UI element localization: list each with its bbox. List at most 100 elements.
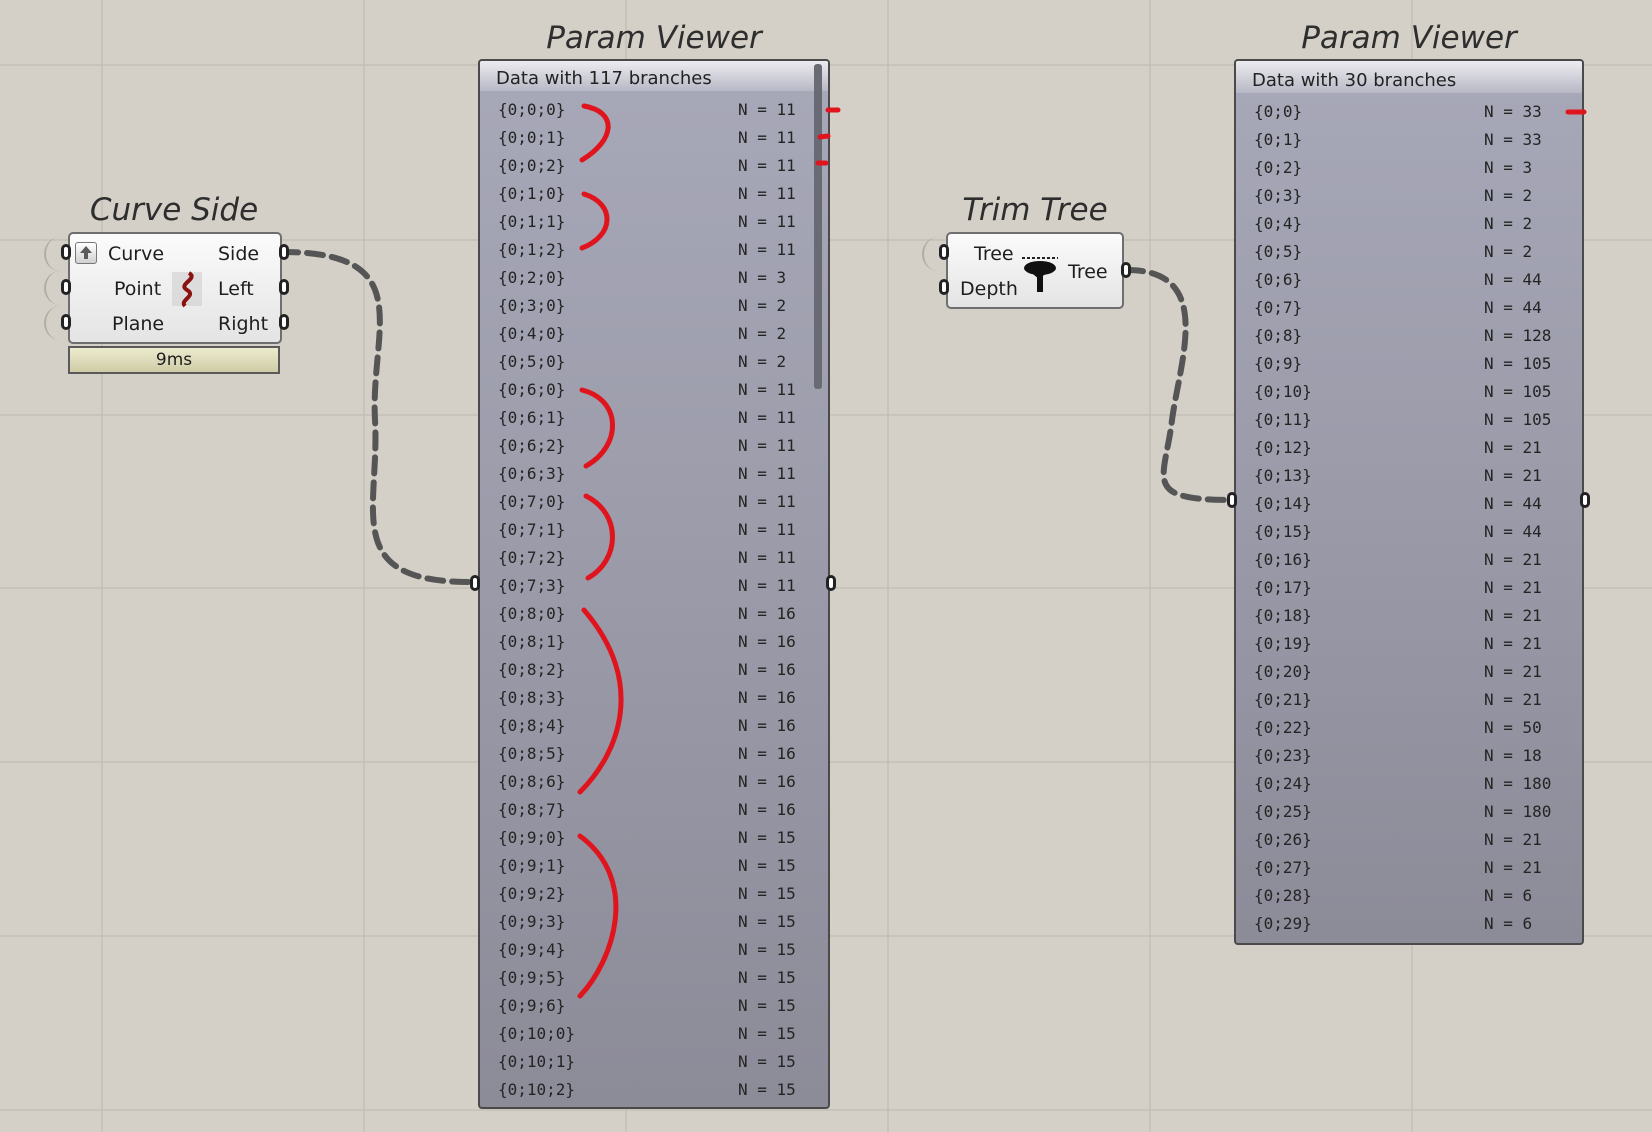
branch-path: {0;1;1} [498,212,566,231]
viewer1-output-port[interactable] [826,575,836,591]
curve-side-component[interactable]: Curve Point Plane Side Left Right [68,232,282,344]
branch-row: {0;8;1} N = 16 [480,628,828,656]
branch-path: {0;0;1} [498,128,566,147]
branch-row: {0;3;0} N = 2 [480,292,828,320]
viewer1-scrollbar[interactable] [814,64,822,389]
branch-path: {0;15} [1254,522,1312,541]
branch-row: {0;9} N = 105 [1236,350,1582,378]
branch-count: N = 33 [1484,130,1542,149]
branch-row: {0;2;0} N = 3 [480,264,828,292]
branch-path: {0;0;0} [498,100,566,119]
branch-count: N = 44 [1484,494,1542,513]
branch-path: {0;5;0} [498,352,566,371]
branch-count: N = 15 [738,884,796,903]
viewer2-output-port[interactable] [1580,492,1590,508]
branch-row: {0;6;3} N = 11 [480,460,828,488]
branch-count: N = 21 [1484,438,1542,457]
branch-row: {0;8} N = 128 [1236,322,1582,350]
branch-path: {0;13} [1254,466,1312,485]
branch-row: {0;13} N = 21 [1236,462,1582,490]
branch-count: N = 21 [1484,662,1542,681]
branch-row: {0;1} N = 33 [1236,126,1582,154]
branch-row: {0;7;0} N = 11 [480,488,828,516]
branch-path: {0;1;0} [498,184,566,203]
branch-path: {0;9} [1254,354,1303,373]
branch-path: {0;19} [1254,634,1312,653]
branch-count: N = 6 [1484,914,1533,933]
branch-path: {0;0;2} [498,156,566,175]
branch-path: {0;10;2} [498,1080,576,1099]
output-left-label[interactable]: Left [218,278,254,300]
branch-count: N = 15 [738,1080,796,1099]
branch-path: {0;4;0} [498,324,566,343]
branch-row: {0;0;0} N = 11 [480,96,828,124]
plane-input-port[interactable] [61,314,71,330]
branch-path: {0;28} [1254,886,1312,905]
branch-row: {0;22} N = 50 [1236,714,1582,742]
output-side-label[interactable]: Side [218,243,259,265]
branch-count: N = 15 [738,940,796,959]
viewer2-input-port[interactable] [1227,492,1237,508]
branch-count: N = 16 [738,632,796,651]
depth-input-port[interactable] [939,279,949,295]
input-point-label[interactable]: Point [114,278,161,300]
branch-path: {0;12} [1254,438,1312,457]
branch-count: N = 15 [738,968,796,987]
branch-count: N = 16 [738,660,796,679]
param-viewer-1[interactable]: Data with 117 branches {0;0;0} N = 11 {0;0… [478,59,830,1109]
branch-count: N = 21 [1484,606,1542,625]
branch-row: {0;2} N = 3 [1236,154,1582,182]
input-tree-label[interactable]: Tree [974,243,1014,265]
branch-row: {0;6;1} N = 11 [480,404,828,432]
branch-row: {0;1;1} N = 11 [480,208,828,236]
param-viewer-2[interactable]: Data with 30 branches {0;0} N = 33 {0;1} N … [1234,59,1584,945]
input-arrow-icon[interactable] [75,242,97,264]
input-curve-label[interactable]: Curve [108,243,164,265]
branch-row: {0;0} N = 33 [1236,98,1582,126]
branch-row: {0;9;4} N = 15 [480,936,828,964]
branch-count: N = 16 [738,772,796,791]
branch-count: N = 2 [1484,242,1533,261]
input-depth-label[interactable]: Depth [960,278,1018,300]
branch-count: N = 105 [1484,382,1552,401]
branch-count: N = 2 [1484,214,1533,233]
branch-path: {0;1;2} [498,240,566,259]
trim-tree-component[interactable]: Tree Depth Tree [946,232,1124,309]
branch-path: {0;3} [1254,186,1303,205]
branch-count: N = 11 [738,184,796,203]
branch-path: {0;8;3} [498,688,566,707]
input-plane-label[interactable]: Plane [112,313,164,335]
viewer1-input-port[interactable] [470,575,480,591]
branch-count: N = 16 [738,744,796,763]
curve-side-title: Curve Side [89,192,259,228]
branch-count: N = 11 [738,240,796,259]
tree-output-port[interactable] [1121,262,1131,278]
branch-row: {0;6} N = 44 [1236,266,1582,294]
side-output-port[interactable] [279,244,289,260]
branch-count: N = 44 [1484,270,1542,289]
curve-input-port[interactable] [61,244,71,260]
branch-row: {0;8;3} N = 16 [480,684,828,712]
output-tree-label[interactable]: Tree [1068,261,1108,283]
branch-path: {0;26} [1254,830,1312,849]
tree-input-port[interactable] [939,244,949,260]
point-input-port[interactable] [61,279,71,295]
trim-tree-icon [1020,254,1060,294]
branch-count: N = 33 [1484,102,1542,121]
right-output-port[interactable] [279,314,289,330]
branch-count: N = 11 [738,156,796,175]
output-right-label[interactable]: Right [218,313,268,335]
branch-row: {0;5} N = 2 [1236,238,1582,266]
viewer1-title: Param Viewer [546,20,762,56]
branch-path: {0;9;2} [498,884,566,903]
branch-count: N = 11 [738,520,796,539]
left-output-port[interactable] [279,279,289,295]
branch-path: {0;6;1} [498,408,566,427]
branch-count: N = 128 [1484,326,1552,345]
branch-count: N = 15 [738,996,796,1015]
branch-path: {0;8;4} [498,716,566,735]
branch-row: {0;23} N = 18 [1236,742,1582,770]
branch-path: {0;1} [1254,130,1303,149]
branch-count: N = 18 [1484,746,1542,765]
branch-row: {0;25} N = 180 [1236,798,1582,826]
